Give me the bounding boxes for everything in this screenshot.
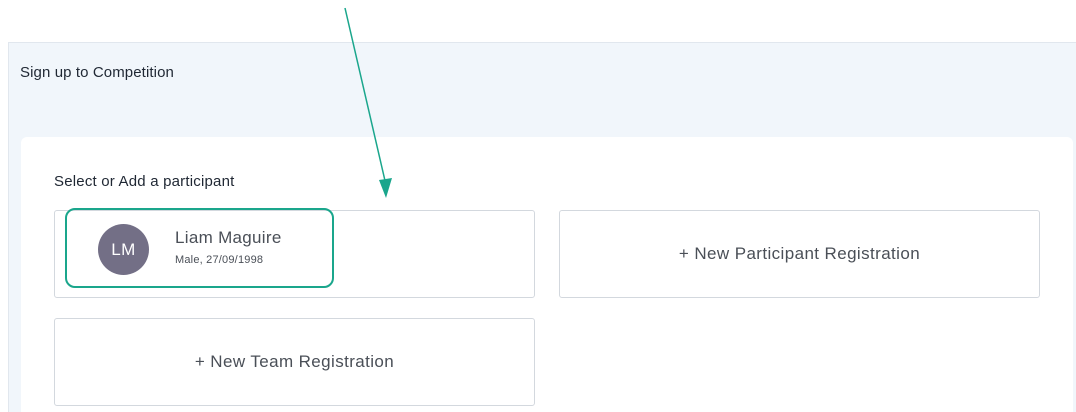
new-team-registration-button[interactable]: + New Team Registration [54,318,535,406]
panel-title: Sign up to Competition [20,64,174,81]
screen: Sign up to Competition Select or Add a p… [0,0,1076,412]
participant-selection-card: Select or Add a participant LM Liam Magu… [21,137,1073,412]
participant-text: Liam Maguire Male, 27/09/1998 [175,228,282,266]
avatar: LM [98,224,149,275]
signup-panel: Sign up to Competition Select or Add a p… [8,42,1076,412]
participant-details: Male, 27/09/1998 [175,253,264,266]
new-participant-registration-button[interactable]: + New Participant Registration [559,210,1040,298]
participant-summary: LM Liam Maguire Male, 27/09/1998 [98,224,282,275]
participant-option-liam-maguire[interactable]: LM Liam Maguire Male, 27/09/1998 [54,210,535,298]
section-heading: Select or Add a participant [54,173,235,190]
participant-name: Liam Maguire [175,227,282,247]
